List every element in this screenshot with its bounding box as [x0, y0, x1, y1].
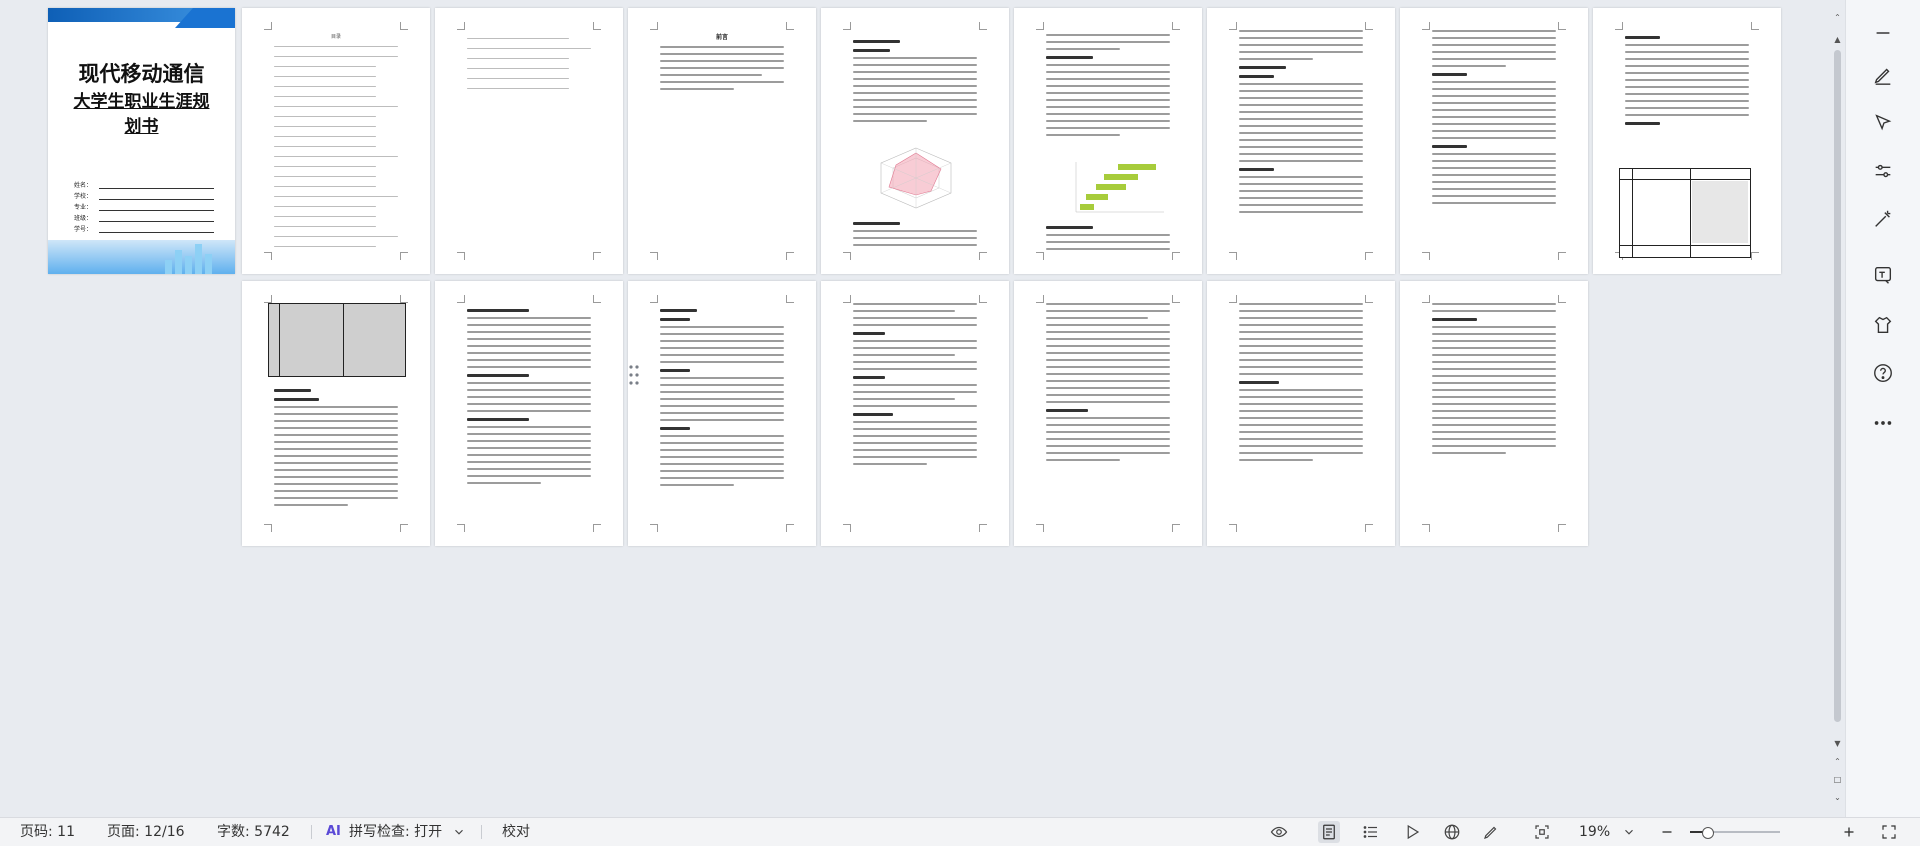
page-3-toc[interactable] — [435, 8, 623, 274]
word-count-label[interactable]: 字数: 5742 — [217, 818, 290, 846]
cover-city-graphic — [165, 238, 225, 274]
page-info-label[interactable]: 页面: 12/16 — [107, 818, 185, 846]
zoom-slider-handle[interactable] — [1702, 827, 1715, 839]
ai-icon[interactable]: AI — [326, 818, 341, 846]
cover-field-id: 学号： — [74, 222, 214, 233]
cover-field-class: 班级： — [74, 211, 214, 222]
page-16-text[interactable] — [1400, 281, 1588, 546]
career-table-thumbnail — [1619, 168, 1751, 258]
page-10-table[interactable] — [242, 281, 430, 546]
pen-annotate-icon[interactable] — [1480, 821, 1502, 843]
gantt-chart-thumbnail — [1075, 162, 1164, 213]
magic-tools-icon[interactable] — [1868, 204, 1898, 234]
cover-field-school: 学校： — [74, 189, 214, 200]
page-1-cover[interactable]: 现代移动通信 大学生职业生涯规划书 姓名： 学校： 专业： 班级： 学号： — [48, 8, 235, 274]
select-cursor-icon[interactable] — [1868, 108, 1898, 138]
page-12-text[interactable] — [628, 281, 816, 546]
page-icon[interactable]: □ — [1832, 774, 1843, 785]
page-code-label[interactable]: 页码: 11 — [20, 818, 75, 846]
page-6-gantt[interactable] — [1014, 8, 1202, 274]
page-9-table[interactable] — [1593, 8, 1781, 274]
page-8-text[interactable] — [1400, 8, 1588, 274]
cover-field-name: 姓名： — [74, 178, 214, 189]
cover-field-major: 专业： — [74, 200, 214, 211]
outline-view-icon[interactable] — [1360, 821, 1382, 843]
page-7-text[interactable] — [1207, 8, 1395, 274]
zoom-slider[interactable] — [1690, 827, 1780, 839]
scrollbar-thumb[interactable] — [1834, 50, 1841, 722]
prev-page-icon[interactable]: ⌃ — [1832, 756, 1843, 767]
translate-icon[interactable] — [1868, 260, 1898, 290]
help-icon[interactable] — [1868, 358, 1898, 388]
page-11-text[interactable] — [435, 281, 623, 546]
page-14-text[interactable] — [1014, 281, 1202, 546]
cover-title: 现代移动通信 — [78, 62, 205, 86]
document-canvas[interactable]: 现代移动通信 大学生职业生涯规划书 姓名： 学校： 专业： 班级： 学号： 目录… — [0, 0, 1830, 817]
page-view-icon[interactable] — [1318, 821, 1340, 843]
more-options-icon[interactable] — [1868, 408, 1898, 438]
play-slideshow-icon[interactable] — [1401, 821, 1423, 843]
toc-heading: 目录 — [330, 34, 341, 40]
drag-handle-icon[interactable] — [628, 364, 640, 386]
spellcheck-toggle[interactable]: 拼写检查: 打开 — [349, 818, 442, 846]
gray-table-thumbnail — [268, 303, 406, 377]
fit-page-icon[interactable] — [1531, 821, 1553, 843]
radar-chart-thumbnail — [880, 147, 952, 209]
zoom-in-icon[interactable] — [1838, 821, 1860, 843]
page-4-preface[interactable]: 前言 — [628, 8, 816, 274]
minimize-panel-icon[interactable] — [1868, 18, 1898, 48]
next-page-icon[interactable]: ⌄ — [1832, 792, 1843, 803]
web-layout-icon[interactable] — [1441, 821, 1463, 843]
vertical-scrollbar[interactable]: ⌃ ▲ ▼ ⌃ □ ⌄ — [1830, 0, 1845, 817]
fullscreen-icon[interactable] — [1878, 821, 1900, 843]
zoom-level-label[interactable]: 19% — [1579, 818, 1610, 846]
cover-subtitle: 大学生职业生涯规划书 — [73, 92, 210, 137]
scroll-top-icon[interactable]: ⌃ — [1832, 12, 1843, 23]
status-bar: 页码: 11 页面: 12/16 字数: 5742 AI 拼写检查: 打开 校对… — [0, 817, 1920, 846]
zoom-out-icon[interactable] — [1656, 821, 1678, 843]
scroll-up-icon[interactable]: ▲ — [1832, 34, 1843, 45]
proofread-button[interactable]: 校对 — [502, 818, 530, 846]
zoom-dropdown-icon[interactable] — [1622, 821, 1636, 843]
page-13-text[interactable] — [821, 281, 1009, 546]
page-15-text[interactable] — [1207, 281, 1395, 546]
preface-heading: 前言 — [715, 34, 728, 41]
adjust-sliders-icon[interactable] — [1868, 156, 1898, 186]
chevron-down-icon[interactable] — [452, 821, 466, 843]
eye-protection-icon[interactable] — [1268, 821, 1290, 843]
cover-fields: 姓名： 学校： 专业： 班级： 学号： — [74, 178, 214, 233]
scroll-down-icon[interactable]: ▼ — [1832, 738, 1843, 749]
shirt-theme-icon[interactable] — [1868, 310, 1898, 340]
pen-icon[interactable] — [1868, 60, 1898, 90]
page-5-radar[interactable] — [821, 8, 1009, 274]
right-toolbar — [1845, 0, 1920, 817]
page-2-toc[interactable]: 目录 — [242, 8, 430, 274]
